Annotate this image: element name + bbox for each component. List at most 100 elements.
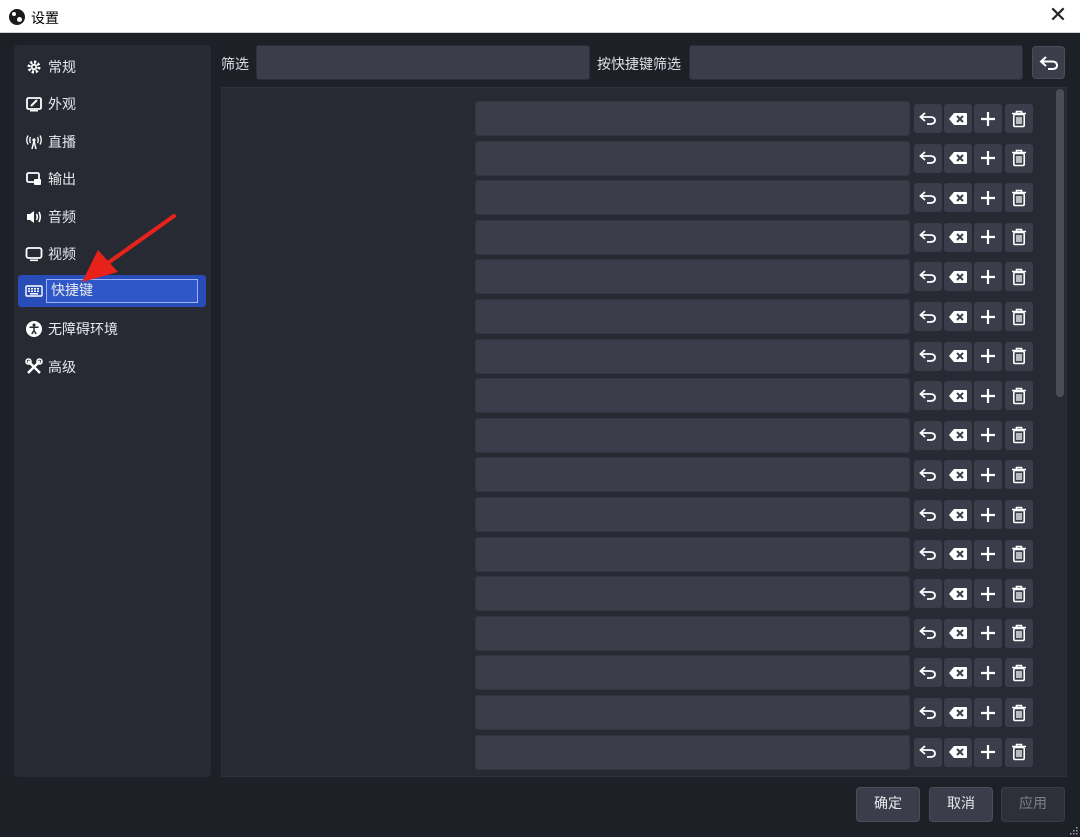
add-button[interactable] <box>974 618 1002 648</box>
revert-button[interactable] <box>914 460 942 490</box>
close-icon[interactable]: ✕ <box>1046 4 1070 28</box>
clear-button[interactable] <box>944 737 972 767</box>
revert-button[interactable] <box>914 420 942 450</box>
sidebar-item-output[interactable]: 输出 <box>18 163 206 195</box>
reset-filter-button[interactable] <box>1032 46 1065 79</box>
revert-button[interactable] <box>914 222 942 252</box>
revert-button[interactable] <box>914 104 942 133</box>
delete-button[interactable] <box>1005 381 1033 411</box>
clear-button[interactable] <box>944 302 972 331</box>
revert-button[interactable] <box>914 737 942 767</box>
sidebar-item-stream[interactable]: 直播 <box>18 126 206 158</box>
delete-button[interactable] <box>1005 618 1033 648</box>
add-button[interactable] <box>974 302 1002 331</box>
filter-input[interactable] <box>256 45 590 80</box>
add-button[interactable] <box>974 341 1002 371</box>
delete-button[interactable] <box>1005 341 1033 371</box>
delete-button[interactable] <box>1005 698 1033 727</box>
hotkey-filter-input[interactable] <box>689 45 1023 80</box>
revert-button[interactable] <box>914 500 942 529</box>
hotkey-input[interactable] <box>475 180 910 216</box>
sidebar-item-audio[interactable]: 音频 <box>18 201 206 233</box>
delete-button[interactable] <box>1005 143 1033 173</box>
clear-button[interactable] <box>944 222 972 252</box>
delete-button[interactable] <box>1005 460 1033 490</box>
sidebar-item-appearance[interactable]: 外观 <box>18 88 206 120</box>
delete-button[interactable] <box>1005 302 1033 331</box>
clear-button[interactable] <box>944 539 972 569</box>
add-button[interactable] <box>974 698 1002 727</box>
delete-button[interactable] <box>1005 737 1033 767</box>
clear-button[interactable] <box>944 341 972 371</box>
hotkey-input[interactable] <box>475 378 910 414</box>
hotkey-input[interactable] <box>475 695 910 730</box>
add-button[interactable] <box>974 539 1002 569</box>
clear-button[interactable] <box>944 698 972 727</box>
clear-button[interactable] <box>944 460 972 490</box>
add-button[interactable] <box>974 658 1002 688</box>
hotkey-input[interactable] <box>475 457 910 493</box>
revert-button[interactable] <box>914 341 942 371</box>
clear-button[interactable] <box>944 420 972 450</box>
add-button[interactable] <box>974 262 1002 292</box>
delete-button[interactable] <box>1005 262 1033 292</box>
add-button[interactable] <box>974 420 1002 450</box>
clear-button[interactable] <box>944 381 972 411</box>
revert-button[interactable] <box>914 618 942 648</box>
sidebar-item-accessibility[interactable]: 无障碍环境 <box>18 313 206 345</box>
resize-grip-icon[interactable] <box>1068 825 1078 835</box>
clear-button[interactable] <box>944 262 972 292</box>
sidebar-item-hotkeys[interactable]: 快捷键 <box>18 275 206 307</box>
delete-button[interactable] <box>1005 539 1033 569</box>
revert-button[interactable] <box>914 381 942 411</box>
hotkey-input[interactable] <box>475 299 910 334</box>
sidebar-item-advanced[interactable]: 高级 <box>18 351 206 383</box>
add-button[interactable] <box>974 143 1002 173</box>
add-button[interactable] <box>974 381 1002 411</box>
revert-button[interactable] <box>914 539 942 569</box>
hotkey-input[interactable] <box>475 417 910 453</box>
add-button[interactable] <box>974 104 1002 133</box>
clear-button[interactable] <box>944 500 972 529</box>
delete-button[interactable] <box>1005 420 1033 450</box>
revert-button[interactable] <box>914 183 942 213</box>
ok-button[interactable]: 确定 <box>856 787 920 822</box>
add-button[interactable] <box>974 737 1002 767</box>
revert-button[interactable] <box>914 262 942 292</box>
delete-button[interactable] <box>1005 222 1033 252</box>
hotkey-input[interactable] <box>475 140 910 176</box>
add-button[interactable] <box>974 183 1002 213</box>
hotkey-input[interactable] <box>475 734 910 770</box>
hotkey-input[interactable] <box>475 576 910 612</box>
clear-button[interactable] <box>944 183 972 213</box>
hotkey-input[interactable] <box>475 338 910 374</box>
delete-button[interactable] <box>1005 104 1033 133</box>
hotkey-input[interactable] <box>475 219 910 255</box>
scrollbar-thumb[interactable] <box>1056 89 1064 397</box>
clear-button[interactable] <box>944 618 972 648</box>
hotkey-input[interactable] <box>475 497 910 532</box>
sidebar-item-general[interactable]: 常规 <box>18 51 206 83</box>
delete-button[interactable] <box>1005 500 1033 529</box>
hotkey-input[interactable] <box>475 536 910 572</box>
hotkey-input[interactable] <box>475 615 910 651</box>
revert-button[interactable] <box>914 302 942 331</box>
revert-button[interactable] <box>914 658 942 688</box>
clear-button[interactable] <box>944 143 972 173</box>
sidebar-item-video[interactable]: 视频 <box>18 238 206 270</box>
delete-button[interactable] <box>1005 183 1033 213</box>
add-button[interactable] <box>974 500 1002 529</box>
clear-button[interactable] <box>944 658 972 688</box>
add-button[interactable] <box>974 222 1002 252</box>
delete-button[interactable] <box>1005 658 1033 688</box>
add-button[interactable] <box>974 579 1002 609</box>
hotkey-input[interactable] <box>475 101 910 136</box>
revert-button[interactable] <box>914 579 942 609</box>
add-button[interactable] <box>974 460 1002 490</box>
revert-button[interactable] <box>914 143 942 173</box>
cancel-button[interactable]: 取消 <box>929 787 993 822</box>
hotkey-input[interactable] <box>475 655 910 691</box>
delete-button[interactable] <box>1005 579 1033 609</box>
clear-button[interactable] <box>944 104 972 133</box>
revert-button[interactable] <box>914 698 942 727</box>
